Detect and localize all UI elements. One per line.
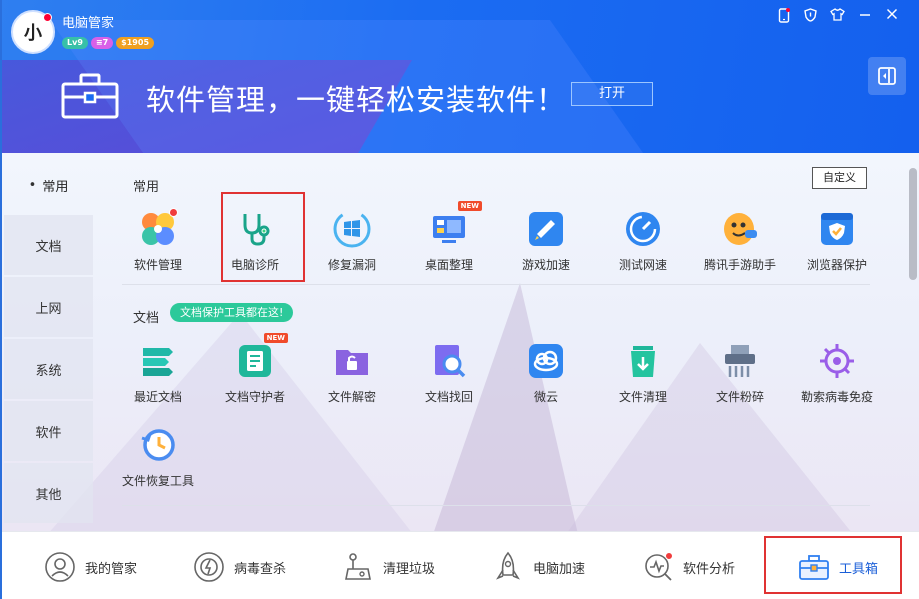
nav-virus-scan[interactable]: 病毒查杀 <box>193 549 286 585</box>
section-divider-2 <box>122 505 870 506</box>
customize-button[interactable]: 自定义 <box>812 167 867 189</box>
sidebar: 常用 文档 上网 系统 软件 其他 <box>4 153 93 531</box>
sidebar-item-software[interactable]: 软件 <box>4 401 93 461</box>
tool-file-clean[interactable]: 文件清理 <box>598 342 688 420</box>
sidebar-item-internet[interactable]: 上网 <box>4 277 93 337</box>
desktop-icon: NEW <box>430 201 482 248</box>
vacuum-icon <box>342 551 374 583</box>
app-title: 电脑管家 <box>62 16 115 31</box>
avatar[interactable]: 小 <box>11 10 55 54</box>
tool-ransomware-immunity[interactable]: 勒索病毒免疫 <box>792 342 882 420</box>
banner-text: 软件管理，一键轻松安装软件！ <box>146 83 567 117</box>
shield-icon[interactable] <box>803 8 818 27</box>
analysis-icon <box>642 551 674 583</box>
tool-software-manager[interactable]: 软件管理 <box>113 208 203 288</box>
vip-badge[interactable]: ≡7 <box>90 37 114 49</box>
notification-dot <box>43 13 52 22</box>
tools-panel: 常用 文档 上网 系统 软件 其他 常用 自定义 软件管理 <box>0 153 919 531</box>
virus-scan-icon <box>193 551 225 583</box>
sidebar-item-docs[interactable]: 文档 <box>4 215 93 275</box>
section-divider <box>122 284 870 285</box>
highlight-frame-toolbox <box>764 536 902 594</box>
rocket-icon <box>492 551 524 583</box>
tool-doc-recover[interactable]: 文档找回 <box>404 342 494 420</box>
tool-recent-docs[interactable]: 最近文档 <box>113 342 203 420</box>
scrollbar[interactable] <box>909 168 917 280</box>
speedometer-icon <box>624 210 662 248</box>
tool-doc-guard[interactable]: NEW 文档守护者 <box>210 333 300 420</box>
browser-shield-icon <box>818 210 856 248</box>
shirt-icon[interactable] <box>830 8 845 27</box>
nav-pc-speedup[interactable]: 电脑加速 <box>492 549 585 585</box>
weiyun-icon <box>527 342 565 380</box>
user-badges: Lv9 ≡7 $1905 <box>62 37 155 49</box>
header-banner: 小 电脑管家 Lv9 ≡7 $1905 软件管理，一键轻松安装软件！ 打开 <box>0 0 919 153</box>
tool-desktop-organize[interactable]: NEW 桌面整理 <box>404 201 494 288</box>
tool-file-restore[interactable]: 文件恢复工具 <box>113 426 203 504</box>
doc-guard-icon: NEW <box>236 333 288 380</box>
sidebar-item-other[interactable]: 其他 <box>4 463 93 523</box>
minimize-icon[interactable] <box>857 8 872 27</box>
phone-icon[interactable] <box>776 8 791 27</box>
stethoscope-icon <box>236 210 274 248</box>
window-controls <box>776 8 899 27</box>
level-badge[interactable]: Lv9 <box>62 37 88 49</box>
nav-clean-junk[interactable]: 清理垃圾 <box>342 549 435 585</box>
game-assistant-icon <box>721 210 759 248</box>
doc-recover-icon <box>430 342 468 380</box>
open-button[interactable]: 打开 <box>571 82 653 106</box>
clover-icon <box>139 208 178 248</box>
game-boost-icon <box>527 210 565 248</box>
recent-docs-icon <box>139 342 177 380</box>
docs-tip-bubble: 文档保护工具都在这! <box>170 303 294 322</box>
section-title-common: 常用 <box>133 180 160 195</box>
shredder-icon <box>721 342 759 380</box>
tool-file-shredder[interactable]: 文件粉碎 <box>695 342 785 420</box>
section-title-docs: 文档 <box>133 311 160 326</box>
tool-file-decrypt[interactable]: 文件解密 <box>307 342 397 420</box>
sidebar-item-common[interactable]: 常用 <box>4 155 93 215</box>
tool-speed-test[interactable]: 测试网速 <box>598 210 688 288</box>
nav-software-analysis[interactable]: 软件分析 <box>642 549 735 585</box>
collapse-side-button[interactable] <box>868 57 906 95</box>
tool-mobile-game-assistant[interactable]: 腾讯手游助手 <box>695 210 785 288</box>
ransomware-icon <box>818 342 856 380</box>
tool-browser-protection[interactable]: 浏览器保护 <box>792 210 882 288</box>
coin-badge[interactable]: $1905 <box>116 37 155 49</box>
butler-icon <box>44 551 76 583</box>
bottom-nav: 我的管家 病毒查杀 清理垃圾 电脑加速 软件分析 工具箱 <box>0 531 919 599</box>
windows-repair-icon <box>333 210 371 248</box>
nav-my-butler[interactable]: 我的管家 <box>44 549 137 585</box>
close-icon[interactable] <box>884 8 899 27</box>
file-restore-icon <box>139 426 177 464</box>
tool-game-boost[interactable]: 游戏加速 <box>501 210 591 288</box>
file-clean-icon <box>624 342 662 380</box>
tool-weiyun[interactable]: 微云 <box>501 342 591 420</box>
folder-decrypt-icon <box>333 342 371 380</box>
window-edge <box>0 0 2 599</box>
toolbox-icon <box>60 72 120 120</box>
tool-pc-clinic[interactable]: 电脑诊所 <box>210 210 300 288</box>
tool-repair-vulnerability[interactable]: 修复漏洞 <box>307 210 397 288</box>
sidebar-item-system[interactable]: 系统 <box>4 339 93 399</box>
